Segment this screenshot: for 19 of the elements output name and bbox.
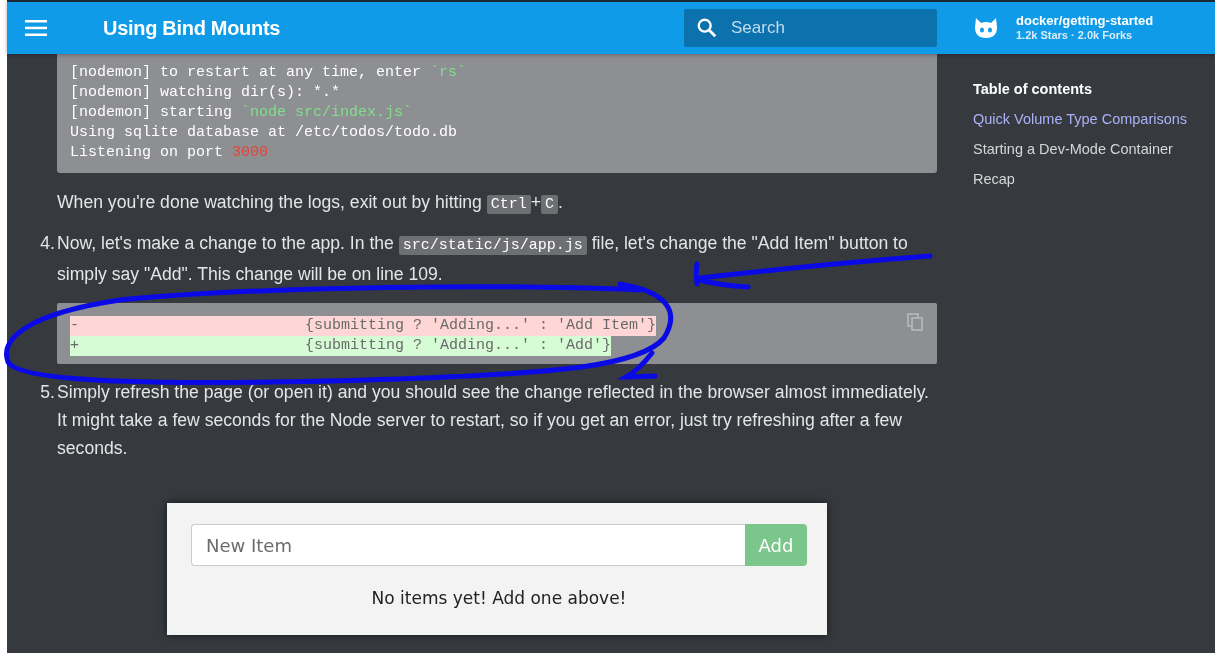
cat-logo-icon[interactable] [973,16,999,40]
search-field[interactable]: Search [684,9,937,47]
step-number: 4. [39,232,55,255]
toc-heading: Table of contents [973,80,1092,98]
code-block: [nodemon] to restart at any time, enter `rs` [nodemon] watching dir(s): *.* [nodemon] starting `node src/index.js` Using sqlite database at /etc/todos/todo.db Listening on port 3000 [57,54,937,173]
step-number: 5. [39,381,55,404]
page-title: Using Bind Mounts [103,16,281,40]
new-item-field[interactable]: New Item [191,524,745,566]
repository-stats: 1.2k Stars · 2.0k Forks [1016,28,1134,43]
repository-link[interactable]: docker/getting-started [1016,13,1154,28]
instruction-text: When you're done watching the logs, exit out by hitting Ctrl + C . [57,191,564,216]
step-text: Now, let's make a change to the app. In the src/static/js/app.js file, let's change the "Add Item" button to simply say "Add". This change will be on line 109. [57,232,909,286]
menu-icon[interactable] [25,20,47,36]
toc-link[interactable]: Recap [973,170,1015,188]
empty-message: No items yet! Add one above! [371,588,627,608]
toc-link[interactable]: Quick Volume Type Comparisons [973,110,1188,128]
copy-icon[interactable] [907,313,923,331]
step-text: Simply refresh the page (or open it) and you should see the change reflected in the browser almost immediately. It might take a few seconds for the Node server to restart, so if you get an error, just try refreshing after a few seconds. [57,381,930,460]
toc-link[interactable]: Starting a Dev-Mode Container [973,140,1173,158]
